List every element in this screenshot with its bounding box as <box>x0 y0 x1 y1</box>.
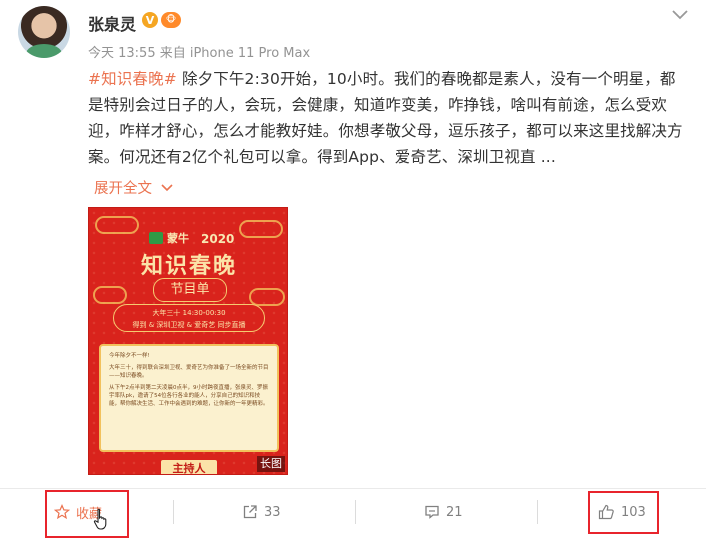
post-meta: 今天 13:55 来自 iPhone 11 Pro Max <box>88 46 311 61</box>
poster-schedule-band: 大年三十 14:30-00:30 得到 & 深圳卫视 & 爱奇艺 同步直播 <box>113 304 265 332</box>
star-icon <box>54 504 70 520</box>
action-bar-divider <box>0 488 706 489</box>
poster-time: 大年三十 14:30-00:30 <box>152 309 226 317</box>
comment-button[interactable]: 21 <box>424 494 463 530</box>
expand-label: 展开全文 <box>94 181 152 197</box>
poster-intro-card: 今年除夕不一样! 大年三十，得到联合深圳卫视、爱奇艺为你准备了一场全新的节目——… <box>99 344 279 452</box>
chevron-down-icon <box>161 183 173 191</box>
share-icon <box>243 505 257 519</box>
level-badge-icon: 🐵 <box>161 12 181 28</box>
poster-host-label: 主持人 <box>161 460 217 474</box>
expand-full-text-link[interactable]: 展开全文 <box>94 177 174 198</box>
cloud-decoration <box>93 286 127 304</box>
poster-year: 2020 <box>201 232 235 246</box>
poster-subtitle: 节目单 <box>153 278 227 302</box>
poster-channels: 得到 & 深圳卫视 & 爱奇艺 同步直播 <box>132 321 246 329</box>
repost-button[interactable]: 33 <box>242 494 281 530</box>
poster-image[interactable]: 蒙牛 2020 知识春晚 节目单 大年三十 14:30-00:30 得到 & 深… <box>88 207 288 475</box>
author-name[interactable]: 张泉灵 <box>88 11 136 35</box>
hand-cursor-icon <box>93 508 107 530</box>
long-image-tag: 长图 <box>257 456 285 472</box>
poster-title: 知识春晚 <box>140 254 237 279</box>
action-divider <box>355 500 356 524</box>
like-button[interactable]: 103 <box>598 494 646 530</box>
comment-icon <box>425 505 439 519</box>
action-divider <box>537 500 538 524</box>
verified-badge-icon: V <box>142 12 158 28</box>
poster-card-line: 今年除夕不一样! <box>109 353 150 359</box>
comment-count: 21 <box>446 504 463 520</box>
leaf-icon <box>149 232 163 244</box>
cloud-decoration <box>95 216 139 234</box>
topic-link[interactable]: #知识春晚# <box>88 70 177 88</box>
cloud-decoration <box>249 288 285 306</box>
avatar[interactable] <box>18 6 70 58</box>
cloud-decoration <box>239 220 283 238</box>
chevron-down-icon[interactable] <box>670 4 690 24</box>
poster-brand-logo: 蒙牛 <box>149 230 189 246</box>
author-badges: V 🐵 <box>142 12 181 28</box>
poster-brand: 蒙牛 <box>167 232 189 245</box>
like-count: 103 <box>621 504 646 520</box>
repost-count: 33 <box>264 504 281 520</box>
post-body: 除夕下午2:30开始，10小时。我们的春晚都是素人，没有一个明星，都是特别会过日… <box>88 70 683 166</box>
thumbs-up-icon <box>598 504 614 520</box>
post-text: #知识春晚# 除夕下午2:30开始，10小时。我们的春晚都是素人，没有一个明星，… <box>88 66 688 170</box>
poster-card-line: 大年三十，得到联合深圳卫视、爱奇艺为你准备了一场全新的节目——知识春晚。 <box>109 365 269 379</box>
action-divider <box>173 500 174 524</box>
poster-card-line: 从下午2点半到第二天凌晨0点半，9小时跨夜直播，张泉灵、罗振宇率队pk，邀请了5… <box>109 385 269 407</box>
